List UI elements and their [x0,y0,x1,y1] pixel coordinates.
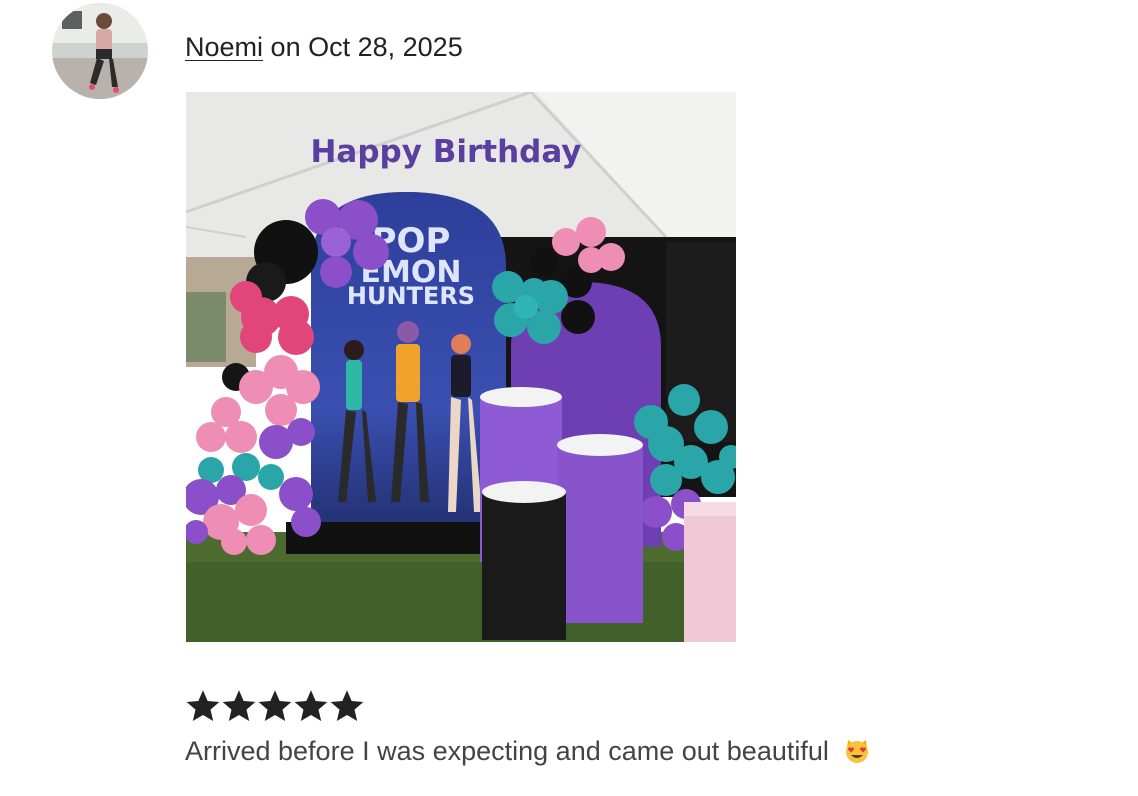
backdrop-title-line3: HUNTERS [347,282,475,310]
reviewer-name-link[interactable]: Noemi [185,32,263,62]
smiling-cat-heart-eyes-icon [846,740,869,763]
reviewer-avatar[interactable] [52,3,148,99]
party-backdrop-photo: Happy Birthday POP EMON HUNTERS [186,92,736,642]
star-icon [330,690,364,721]
review-date: Oct 28, 2025 [308,32,463,62]
review-body: Arrived before I was expecting and came … [185,736,829,766]
review-text: Arrived before I was expecting and came … [185,733,870,769]
avatar-photo [52,3,148,99]
star-icon [186,690,220,721]
star-icon [258,690,292,721]
banner-text: Happy Birthday [310,134,581,170]
star-rating [185,688,365,724]
date-prefix: on [270,32,301,62]
star-icon [294,690,328,721]
review-photo[interactable]: Happy Birthday POP EMON HUNTERS [186,92,736,642]
star-icon [222,690,256,721]
review-header: Noemi on Oct 28, 2025 [185,30,463,64]
